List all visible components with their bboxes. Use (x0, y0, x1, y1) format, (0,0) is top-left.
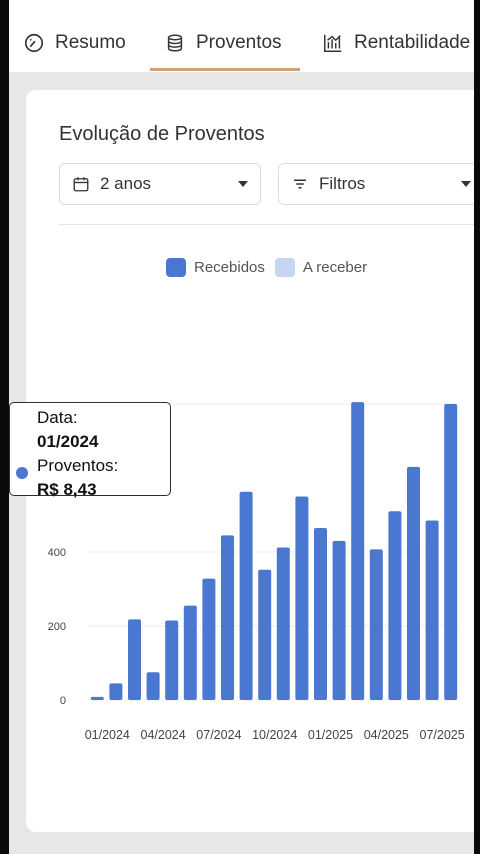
bar (332, 540, 346, 700)
y-tick-label: 200 (48, 621, 66, 633)
bar (109, 683, 123, 700)
right-edge (474, 0, 480, 854)
bar (146, 672, 160, 700)
x-tick-label: 04/2025 (364, 728, 409, 742)
bar (369, 549, 383, 700)
x-tick-label: 10/2024 (252, 728, 297, 742)
x-tick-label: 01/2025 (308, 728, 353, 742)
y-tick-label: 0 (60, 695, 66, 707)
tooltip-date-value: 01/2024 (37, 432, 99, 451)
chart-tooltip: Data: 01/2024 Proventos: R$ 8,43 (9, 402, 171, 499)
x-tick-label: 07/2024 (196, 728, 241, 742)
bar (444, 404, 458, 700)
bar (388, 511, 402, 700)
bar (128, 619, 141, 700)
bar (258, 569, 272, 700)
x-tick-label: 07/2025 (420, 728, 465, 742)
bar (407, 466, 420, 700)
x-tick-label: 04/2024 (141, 728, 186, 742)
tooltip-amount-value: R$ 8,43 (37, 480, 97, 499)
bar (183, 605, 197, 700)
bar (165, 620, 179, 700)
bar (90, 696, 104, 700)
tooltip-amount-label: Proventos: (37, 456, 119, 475)
y-tick-label: 400 (48, 547, 66, 559)
tooltip-series-dot (16, 467, 28, 479)
bar (221, 535, 234, 700)
bar (202, 578, 216, 700)
bar (351, 402, 365, 700)
bar (425, 520, 439, 700)
bar (295, 496, 309, 700)
bar (276, 547, 290, 700)
bar (314, 527, 327, 700)
bar (239, 491, 253, 700)
x-tick-label: 01/2024 (85, 728, 130, 742)
tooltip-date-label: Data: (37, 408, 78, 427)
